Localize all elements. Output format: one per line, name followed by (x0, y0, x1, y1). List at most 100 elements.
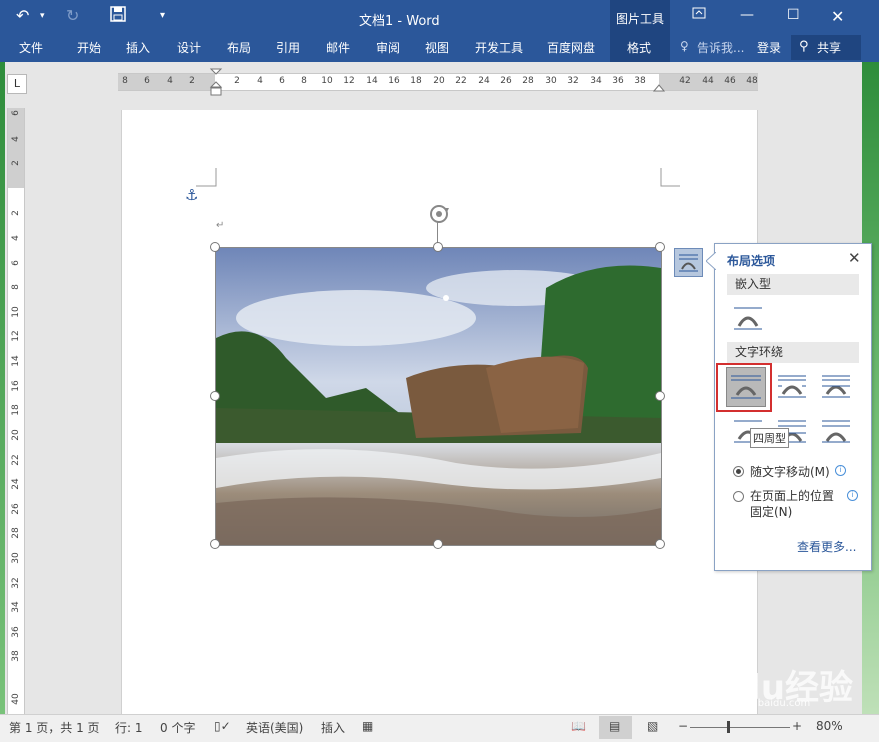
ruler-tick: 12 (343, 76, 355, 86)
ruler-tick: 28 (11, 527, 21, 539)
margin-corner-top-right (660, 168, 680, 187)
maximize-icon[interactable]: ☐ (787, 7, 800, 23)
desktop-background (0, 62, 5, 714)
see-more-link[interactable]: 查看更多... (797, 538, 856, 555)
minimize-icon[interactable]: — (740, 7, 754, 23)
tab-references[interactable]: 引用 (276, 39, 300, 56)
ruler-tick: 12 (11, 330, 21, 342)
tab-insert[interactable]: 插入 (126, 39, 150, 56)
baidu-watermark-url: jingyan.baidu.com (718, 698, 811, 709)
zoom-in-icon[interactable]: + (792, 719, 802, 733)
right-indent-marker-icon[interactable] (653, 82, 665, 92)
ruler-tick: 10 (321, 76, 333, 86)
ruler-tick: 6 (279, 76, 285, 86)
ruler-tick: 24 (478, 76, 490, 86)
tab-review[interactable]: 审阅 (376, 39, 400, 56)
tab-file[interactable]: 文件 (19, 39, 43, 56)
vertical-ruler[interactable]: 6 4 2 2 4 6 8 10 12 14 16 18 20 22 24 26… (7, 108, 25, 714)
ruler-tick: 30 (11, 552, 21, 564)
tooltip: 四周型 (750, 428, 789, 448)
wrap-through-icon[interactable] (821, 372, 851, 402)
ruler-tick: 14 (366, 76, 378, 86)
ruler-tick: 20 (433, 76, 445, 86)
resize-handle[interactable] (210, 539, 220, 549)
anchor-icon: ⚓ (185, 186, 199, 204)
fix-position-radio[interactable] (733, 491, 744, 502)
save-icon[interactable] (110, 6, 126, 26)
tell-me-box[interactable]: 告诉我... (697, 39, 744, 56)
undo-icon[interactable]: ↶ (16, 6, 29, 25)
close-icon[interactable]: ✕ (848, 249, 861, 267)
indent-markers-icon[interactable] (209, 68, 223, 98)
macro-record-icon[interactable]: ▦ (362, 719, 373, 733)
resize-handle[interactable] (655, 391, 665, 401)
ruler-tick: 38 (11, 650, 21, 662)
sign-in-link[interactable]: 登录 (757, 39, 781, 56)
wrap-square-option[interactable] (726, 367, 766, 407)
insert-mode[interactable]: 插入 (321, 719, 345, 736)
share-button[interactable]: ⚲ 共享 (791, 35, 861, 60)
tab-mailings[interactable]: 邮件 (326, 39, 350, 56)
ruler-tick: 36 (11, 626, 21, 638)
ruler-tick: 2 (11, 160, 21, 166)
restore-ribbon-icon[interactable] (692, 7, 706, 23)
tab-baidu-netdisk[interactable]: 百度网盘 (547, 39, 595, 56)
customize-toolbar-icon[interactable]: ▾ (160, 10, 165, 21)
proofing-icon[interactable]: ▯✓ (214, 719, 231, 733)
resize-handle[interactable] (655, 242, 665, 252)
ruler-tick: 24 (11, 478, 21, 490)
tab-view[interactable]: 视图 (425, 39, 449, 56)
ruler-tick: 8 (122, 76, 128, 86)
radio-selected-dot (736, 469, 741, 474)
resize-handle[interactable] (655, 539, 665, 549)
resize-handle[interactable] (210, 391, 220, 401)
zoom-slider[interactable] (690, 727, 790, 728)
tab-selector[interactable]: L (7, 74, 27, 94)
undo-dropdown-icon[interactable]: ▾ (40, 11, 45, 21)
share-label: 共享 (817, 41, 842, 55)
ruler-tick: 6 (11, 110, 21, 116)
print-layout-button[interactable]: ▤ (599, 716, 632, 739)
resize-handle[interactable] (210, 242, 220, 252)
tab-developer[interactable]: 开发工具 (475, 39, 523, 56)
ruler-tick: 2 (189, 76, 195, 86)
resize-handle[interactable] (433, 242, 443, 252)
language[interactable]: 英语(美国) (246, 719, 303, 736)
tab-layout[interactable]: 布局 (227, 39, 251, 56)
web-layout-icon[interactable]: ▧ (647, 719, 658, 733)
context-group-label: 图片工具 (616, 12, 665, 26)
inline-with-text-icon[interactable] (733, 304, 763, 334)
ruler-tick: 48 (746, 76, 758, 86)
word-count[interactable]: 0 个字 (160, 719, 195, 736)
zoom-out-icon[interactable]: − (678, 719, 688, 733)
line-number: 行: 1 (115, 721, 143, 735)
layout-options-button[interactable] (674, 248, 703, 277)
wrap-in-front-icon[interactable] (821, 417, 851, 447)
tab-home[interactable]: 开始 (77, 39, 101, 56)
zoom-slider-thumb[interactable] (727, 721, 730, 733)
ruler-tick: 38 (634, 76, 646, 86)
tab-format[interactable]: 格式 (627, 39, 651, 56)
fix-position-label[interactable]: 在页面上的位置固定(N) (750, 488, 842, 520)
resize-handle[interactable] (433, 539, 443, 549)
page-count[interactable]: 第 1 页，共 1 页 (9, 719, 100, 736)
wrap-section-header: 文字环绕 (727, 342, 859, 363)
ruler-tick: 36 (612, 76, 624, 86)
inserted-picture[interactable] (215, 247, 662, 546)
read-mode-icon[interactable]: 📖 (571, 719, 586, 733)
ruler-tick: 6 (11, 260, 21, 266)
info-icon[interactable]: i (847, 490, 858, 501)
layout-options-icon (679, 254, 698, 272)
move-with-text-radio[interactable] (733, 466, 744, 477)
info-icon[interactable]: i (835, 465, 846, 476)
tab-design[interactable]: 设计 (177, 39, 201, 56)
document-title: 文档1 - Word (359, 14, 440, 29)
wrap-tight-icon[interactable] (777, 372, 807, 402)
ruler-tick: 16 (11, 380, 21, 392)
close-icon[interactable]: ✕ (831, 7, 844, 26)
rotate-handle-icon[interactable] (427, 202, 451, 226)
ruler-tick: 18 (11, 404, 21, 416)
ruler-tick: 20 (11, 429, 21, 441)
move-with-text-label[interactable]: 随文字移动(M) (750, 463, 830, 480)
zoom-level[interactable]: 80% (816, 719, 843, 733)
